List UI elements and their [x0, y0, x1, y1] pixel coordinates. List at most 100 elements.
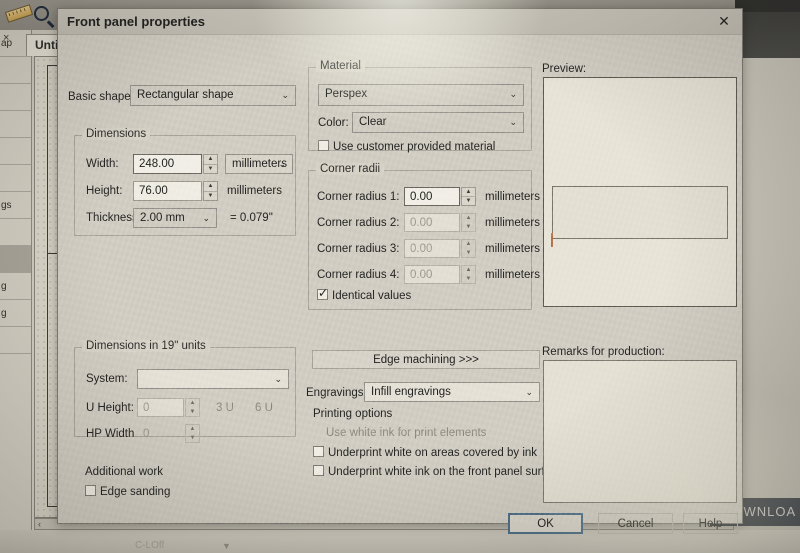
corner-radius-1-stepper[interactable]: ▲ ▼: [461, 187, 476, 206]
sidebar-item[interactable]: [0, 111, 31, 138]
hp-width-label: HP Width: [86, 428, 135, 440]
corner-radius-3-input[interactable]: 0.00: [404, 239, 460, 258]
additional-work-label: Additional work: [85, 466, 163, 478]
basic-shape-select[interactable]: Rectangular shape ⌄: [130, 85, 296, 106]
width-stepper[interactable]: ▲ ▼: [203, 154, 218, 174]
hp-width-stepper[interactable]: ▲ ▼: [185, 424, 200, 443]
stepper-down-icon[interactable]: ▼: [204, 192, 217, 201]
chevron-down-icon: ⌄: [274, 374, 282, 384]
corner-radii-group: Corner radii Corner radius 1: 0.00 ▲ ▼ m…: [308, 163, 540, 310]
checkbox-box[interactable]: [318, 140, 329, 151]
stepper-up-icon[interactable]: ▲: [462, 266, 475, 275]
stepper-up-icon[interactable]: ▲: [186, 425, 199, 434]
stepper-up-icon[interactable]: ▲: [462, 188, 475, 197]
ruler-icon[interactable]: [4, 4, 34, 23]
underprint-areas-label: Underprint white on areas covered by ink: [328, 447, 538, 459]
corner-radius-4-label: Corner radius 4:: [317, 269, 400, 281]
chevron-down-icon: ⌄: [509, 89, 517, 99]
system-label: System:: [86, 373, 128, 385]
sidebar-item[interactable]: [0, 57, 31, 84]
chevron-down-icon[interactable]: ▼: [222, 541, 231, 551]
engravings-select[interactable]: Infill engravings ⌄: [364, 382, 540, 402]
material-group: Material Perspex ⌄ Color: Clear ⌄ Use cu…: [308, 60, 532, 153]
sidebar-item[interactable]: g: [0, 273, 31, 300]
corner-radius-2-input[interactable]: 0.00: [404, 213, 460, 232]
color-select[interactable]: Clear ⌄: [352, 112, 524, 133]
customer-material-checkbox[interactable]: Use customer provided material: [318, 140, 495, 153]
edge-machining-button[interactable]: Edge machining >>>: [312, 350, 540, 369]
checkbox-box[interactable]: [317, 286, 328, 300]
customer-material-label: Use customer provided material: [333, 141, 496, 153]
printing-options-label: Printing options: [313, 408, 393, 420]
corner-radius-2-label: Corner radius 2:: [317, 217, 400, 229]
sidebar-item[interactable]: [0, 327, 31, 354]
basic-shape-label: Basic shape:: [68, 91, 134, 103]
corner-radius-2-stepper[interactable]: ▲ ▼: [461, 213, 476, 232]
u-height-input[interactable]: 0: [137, 398, 184, 417]
sidebar-item[interactable]: gs: [0, 192, 31, 219]
sidebar-item-selected[interactable]: [0, 246, 31, 273]
width-unit-select[interactable]: millimeters ⌄: [225, 154, 293, 174]
dimensions-group: Dimensions Width: 248.00 ▲ ▼ millimeters…: [74, 128, 296, 236]
background-status-bar: [0, 530, 800, 553]
corner-radius-1-input[interactable]: 0.00: [404, 187, 460, 206]
stepper-down-icon[interactable]: ▼: [204, 165, 217, 174]
u-height-label: U Height:: [86, 402, 134, 414]
underprint-areas-checkbox[interactable]: Underprint white on areas covered by ink: [313, 446, 537, 459]
identical-values-label: Identical values: [332, 290, 412, 302]
sidebar-item[interactable]: [0, 138, 31, 165]
stepper-down-icon[interactable]: ▼: [462, 249, 475, 258]
sidebar-item[interactable]: [0, 165, 31, 192]
corner-radius-4-input[interactable]: 0.00: [404, 265, 460, 284]
preview-label: Preview:: [542, 63, 587, 75]
stepper-up-icon[interactable]: ▲: [204, 155, 217, 165]
sidebar-item[interactable]: g: [0, 300, 31, 327]
help-button[interactable]: Help: [683, 513, 738, 534]
corner-radius-4-stepper[interactable]: ▲ ▼: [461, 265, 476, 284]
height-stepper[interactable]: ▲ ▼: [203, 181, 218, 201]
corner-radii-legend: Corner radii: [316, 163, 385, 175]
sidebar-item[interactable]: [0, 219, 31, 246]
material-value: Perspex: [325, 88, 368, 100]
width-input[interactable]: 248.00: [133, 154, 202, 174]
chevron-down-icon: ⌄: [281, 90, 289, 100]
basic-shape-value: Rectangular shape: [137, 89, 234, 101]
checkbox-box[interactable]: [313, 465, 324, 476]
background-close-icon[interactable]: ×: [3, 32, 9, 44]
height-input[interactable]: 76.00: [133, 181, 202, 201]
stepper-down-icon[interactable]: ▼: [186, 434, 199, 443]
sidebar-item[interactable]: [0, 84, 31, 111]
background-sidebar: ap gs g g: [0, 30, 32, 530]
stepper-up-icon[interactable]: ▲: [186, 399, 199, 408]
stepper-up-icon[interactable]: ▲: [462, 240, 475, 249]
stepper-down-icon[interactable]: ▼: [462, 275, 475, 284]
width-label: Width:: [86, 158, 119, 170]
identical-values-checkbox[interactable]: Identical values: [317, 286, 412, 302]
underprint-surface-checkbox[interactable]: Underprint white ink on the front panel …: [313, 465, 563, 478]
system-select[interactable]: ⌄: [137, 369, 289, 389]
color-label: Color:: [318, 117, 349, 129]
stepper-down-icon[interactable]: ▼: [462, 223, 475, 232]
corner-radius-3-stepper[interactable]: ▲ ▼: [461, 239, 476, 258]
preview-panel: [543, 77, 737, 307]
stepper-up-icon[interactable]: ▲: [204, 182, 217, 192]
engravings-value: Infill engravings: [371, 386, 451, 398]
checkbox-box[interactable]: [313, 446, 324, 457]
cancel-button[interactable]: Cancel: [598, 513, 673, 534]
chevron-down-icon: ⌄: [509, 117, 517, 127]
stepper-down-icon[interactable]: ▼: [186, 408, 199, 417]
thickness-select[interactable]: 2.00 mm ⌄: [133, 208, 217, 228]
stepper-up-icon[interactable]: ▲: [462, 214, 475, 223]
corner-radius-2-unit: millimeters: [485, 217, 540, 229]
material-select[interactable]: Perspex ⌄: [318, 84, 524, 106]
close-icon[interactable]: ✕: [714, 13, 734, 31]
hp-width-input[interactable]: 0: [137, 424, 184, 443]
ok-button[interactable]: OK: [508, 513, 583, 534]
stepper-down-icon[interactable]: ▼: [462, 197, 475, 205]
remarks-textarea[interactable]: [543, 360, 737, 503]
remarks-label: Remarks for production:: [542, 346, 665, 358]
checkbox-box[interactable]: [85, 485, 96, 496]
magnifier-icon[interactable]: [34, 6, 49, 21]
edge-sanding-checkbox[interactable]: Edge sanding: [85, 485, 170, 498]
u-height-stepper[interactable]: ▲ ▼: [185, 398, 200, 417]
